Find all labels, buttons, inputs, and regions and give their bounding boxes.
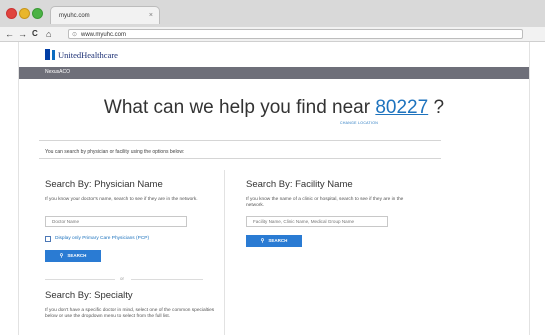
or-divider-left (45, 279, 115, 280)
intro-text: You can search by physician or facility … (45, 149, 185, 155)
zip-code-link[interactable]: 80227 (375, 97, 428, 118)
address-bar[interactable]: ⊙ www.myuhc.com (68, 29, 523, 39)
globe-icon: ⊙ (72, 32, 78, 38)
minimize-window-button[interactable] (19, 8, 30, 19)
divider-top (39, 140, 441, 141)
specialty-search-description: If you don't have a specific doctor in m… (45, 308, 215, 319)
headline-prefix: What can we help you find near (103, 97, 376, 118)
browser-window: myuhc.com × ← → C ⌂ ⊙ www.myuhc.com Unit… (0, 0, 545, 335)
search-icon: ⚲ (59, 253, 64, 259)
address-url: www.myuhc.com (81, 32, 127, 38)
back-arrow-icon[interactable]: ← (5, 28, 14, 40)
pcp-only-checkbox[interactable] (45, 236, 51, 242)
physician-search-label: SEARCH (67, 253, 87, 258)
column-divider (224, 170, 225, 335)
page-headline: What can we help you find near 80227 ? (19, 97, 529, 119)
facility-search-description: If you know the name of a clinic or hosp… (246, 197, 404, 208)
nav-label[interactable]: NexusACO (45, 69, 70, 75)
browser-tab[interactable]: myuhc.com × (50, 6, 160, 24)
tab-close-icon[interactable]: × (149, 7, 153, 25)
physician-search-title: Search By: Physician Name (45, 179, 163, 190)
forward-arrow-icon[interactable]: → (18, 28, 27, 40)
home-icon[interactable]: ⌂ (46, 28, 51, 40)
browser-toolbar: ← → C ⌂ ⊙ www.myuhc.com (0, 27, 545, 42)
facility-search-label: SEARCH (268, 238, 288, 243)
maximize-window-button[interactable] (32, 8, 43, 19)
physician-search-description: If you know your doctor's name, search t… (45, 197, 198, 202)
logo-mark-secondary-icon (52, 50, 55, 60)
site-header: UnitedHealthcare (19, 42, 529, 66)
tab-title: myuhc.com (59, 13, 90, 19)
specialty-search-title: Search By: Specialty (45, 290, 133, 301)
change-location-link[interactable]: CHANGE LOCATION (340, 121, 378, 125)
site-nav-bar: NexusACO (19, 67, 529, 79)
doctor-name-input[interactable] (45, 216, 187, 227)
site-logo[interactable]: UnitedHealthcare (58, 50, 118, 60)
logo-mark-icon (45, 49, 50, 60)
pcp-only-label[interactable]: Display only Primary Care Physicians (PC… (55, 236, 149, 241)
divider-bottom (39, 158, 441, 159)
reload-icon[interactable]: C (32, 28, 38, 40)
facility-name-input[interactable] (246, 216, 388, 227)
search-icon: ⚲ (260, 238, 265, 244)
page-content: UnitedHealthcare NexusACO What can we he… (18, 42, 530, 335)
or-divider-right (131, 279, 203, 280)
close-window-button[interactable] (6, 8, 17, 19)
title-bar: myuhc.com × (0, 0, 545, 28)
or-label: or (120, 276, 125, 281)
physician-search-button[interactable]: ⚲ SEARCH (45, 250, 101, 262)
facility-search-title: Search By: Facility Name (246, 179, 353, 190)
facility-search-button[interactable]: ⚲ SEARCH (246, 235, 302, 247)
headline-suffix: ? (428, 97, 445, 118)
